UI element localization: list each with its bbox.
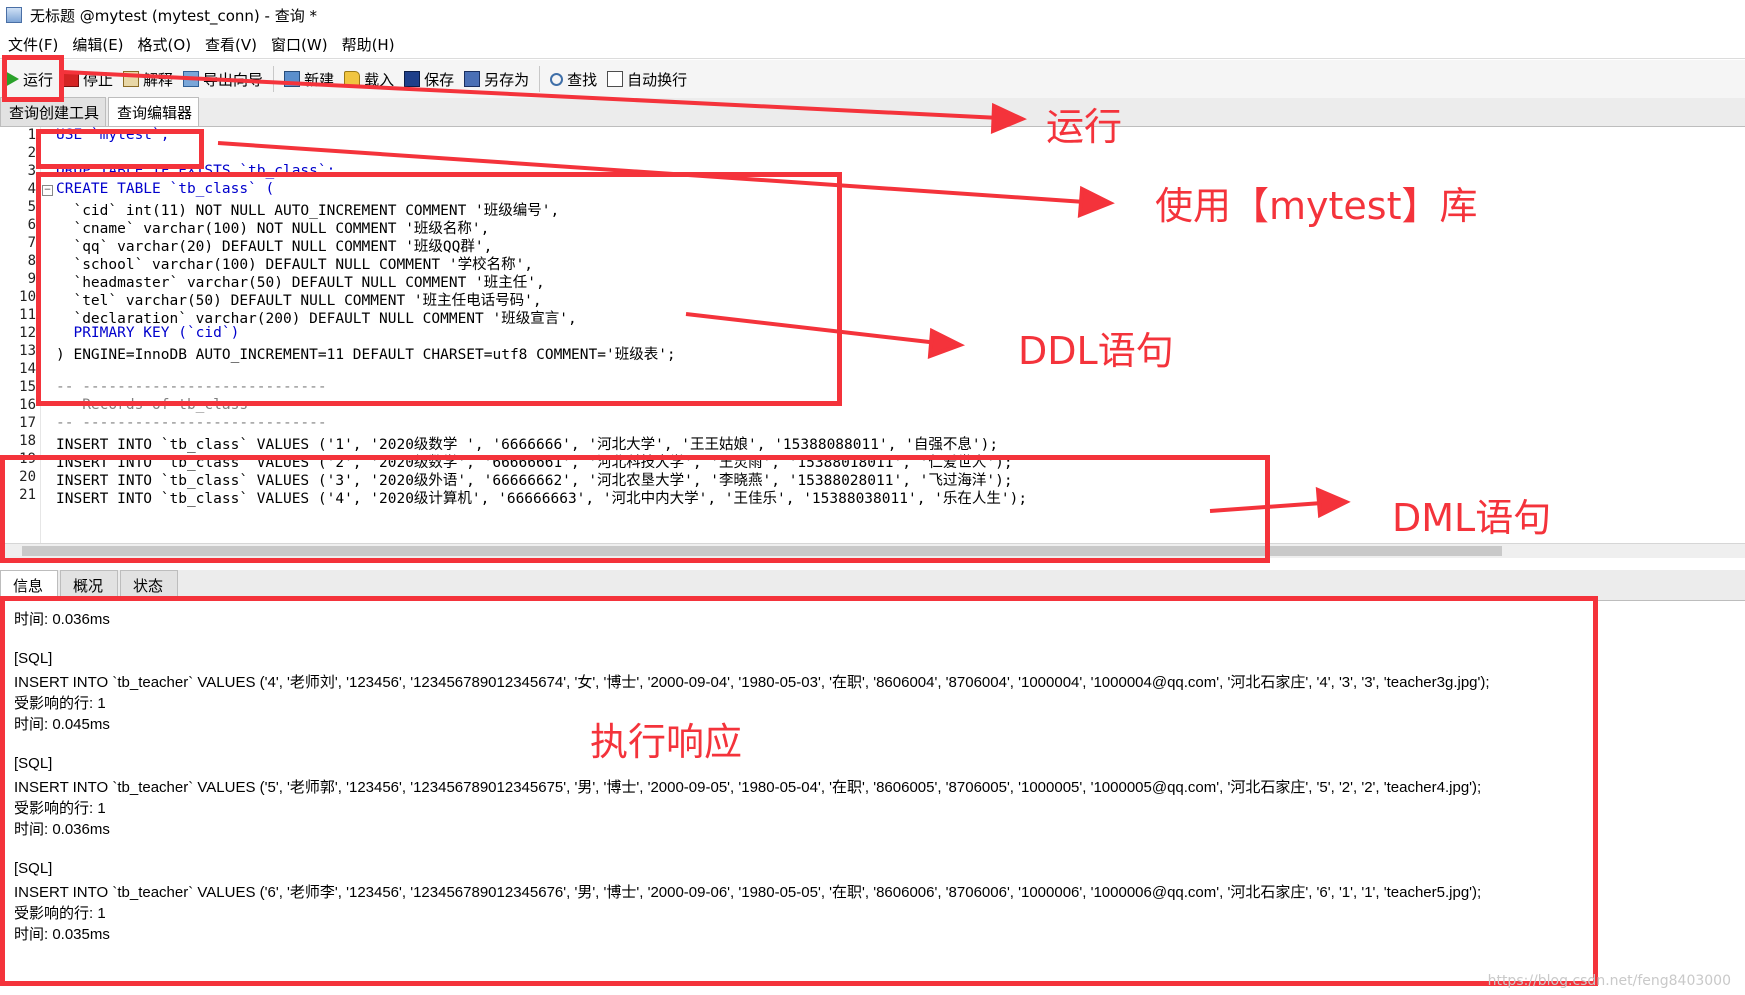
find-button[interactable]: 查找 [545, 64, 602, 94]
line-number: 1 [27, 127, 36, 143]
annotation-box-dml [0, 455, 1270, 563]
find-label: 查找 [567, 70, 598, 89]
export-label: 导出向导 [203, 70, 264, 89]
search-icon [550, 72, 564, 86]
menu-window[interactable]: 窗口(W) [271, 34, 328, 55]
line-number: 13 [19, 343, 36, 359]
line-number: 6 [27, 217, 36, 233]
save-as-icon [464, 71, 481, 87]
folder-icon [344, 71, 361, 87]
line-number: 5 [27, 199, 36, 215]
line-number: 18 [19, 433, 36, 449]
watermark: https://blog.csdn.net/feng8403000 [1487, 973, 1731, 989]
menu-help[interactable]: 帮助(H) [342, 34, 395, 55]
title-bar: 无标题 @mytest (mytest_conn) - 查询 * [0, 0, 1745, 31]
new-button[interactable]: 新建 [279, 64, 339, 94]
load-label: 载入 [364, 70, 395, 89]
menu-file[interactable]: 文件(F) [8, 34, 58, 55]
save-as-label: 另存为 [484, 70, 530, 89]
line-number: 2 [27, 145, 36, 161]
line-number: 17 [19, 415, 36, 431]
window-title: 无标题 @mytest (mytest_conn) - 查询 * [30, 6, 317, 25]
line-number: 11 [19, 307, 36, 323]
annotation-box-response [0, 596, 1598, 986]
explain-icon [123, 71, 140, 87]
stop-icon [63, 71, 80, 87]
stop-button[interactable]: 停止 [58, 64, 118, 94]
annotation-box-run [2, 55, 64, 102]
word-wrap-button[interactable]: 自动换行 [602, 64, 692, 94]
explain-label: 解释 [143, 70, 174, 89]
annotation-label-dml: DML语句 [1392, 496, 1552, 540]
annotation-label-run: 运行 [1046, 105, 1123, 149]
annotation-label-ddl: DDL语句 [1018, 329, 1174, 373]
menu-bar: 文件(F) 编辑(E) 格式(O) 查看(V) 窗口(W) 帮助(H) [0, 30, 1745, 59]
word-wrap-icon [607, 71, 624, 87]
app-icon [6, 7, 22, 23]
editor-tab-bar: 查询创建工具 查询编辑器 [0, 97, 1745, 127]
annotation-label-use: 使用【mytest】库 [1155, 184, 1478, 228]
annotation-box-use [36, 129, 204, 169]
line-number: 4 [27, 181, 36, 197]
code-line: -- ---------------------------- [56, 415, 327, 431]
line-number: 15 [19, 379, 36, 395]
new-query-icon [284, 71, 301, 87]
explain-button[interactable]: 解释 [118, 64, 178, 94]
line-number: 16 [19, 397, 36, 413]
new-label: 新建 [304, 70, 335, 89]
save-label: 保存 [424, 70, 455, 89]
toolbar: 运行 停止 解释 导出向导 新建 载入 保存 另存为 查找 自动换行 [0, 60, 1745, 99]
toolbar-separator [273, 66, 275, 92]
line-number: 12 [19, 325, 36, 341]
save-button[interactable]: 保存 [399, 64, 459, 94]
export-icon [183, 71, 200, 87]
line-number: 10 [19, 289, 36, 305]
save-icon [404, 71, 421, 87]
annotation-label-response: 执行响应 [590, 720, 743, 764]
menu-edit[interactable]: 编辑(E) [72, 34, 123, 55]
word-wrap-label: 自动换行 [627, 70, 688, 89]
menu-view[interactable]: 查看(V) [205, 34, 257, 55]
toolbar-separator [539, 66, 541, 92]
line-number: 14 [19, 361, 36, 377]
stop-label: 停止 [83, 70, 114, 89]
line-number: 3 [27, 163, 36, 179]
annotation-box-ddl [36, 172, 842, 406]
menu-format[interactable]: 格式(O) [138, 34, 192, 55]
tab-query-editor[interactable]: 查询编辑器 [108, 97, 200, 126]
line-number: 8 [27, 253, 36, 269]
line-number: 9 [27, 271, 36, 287]
load-button[interactable]: 载入 [339, 64, 399, 94]
save-as-button[interactable]: 另存为 [459, 64, 534, 94]
line-number: 7 [27, 235, 36, 251]
export-wizard-button[interactable]: 导出向导 [178, 64, 268, 94]
